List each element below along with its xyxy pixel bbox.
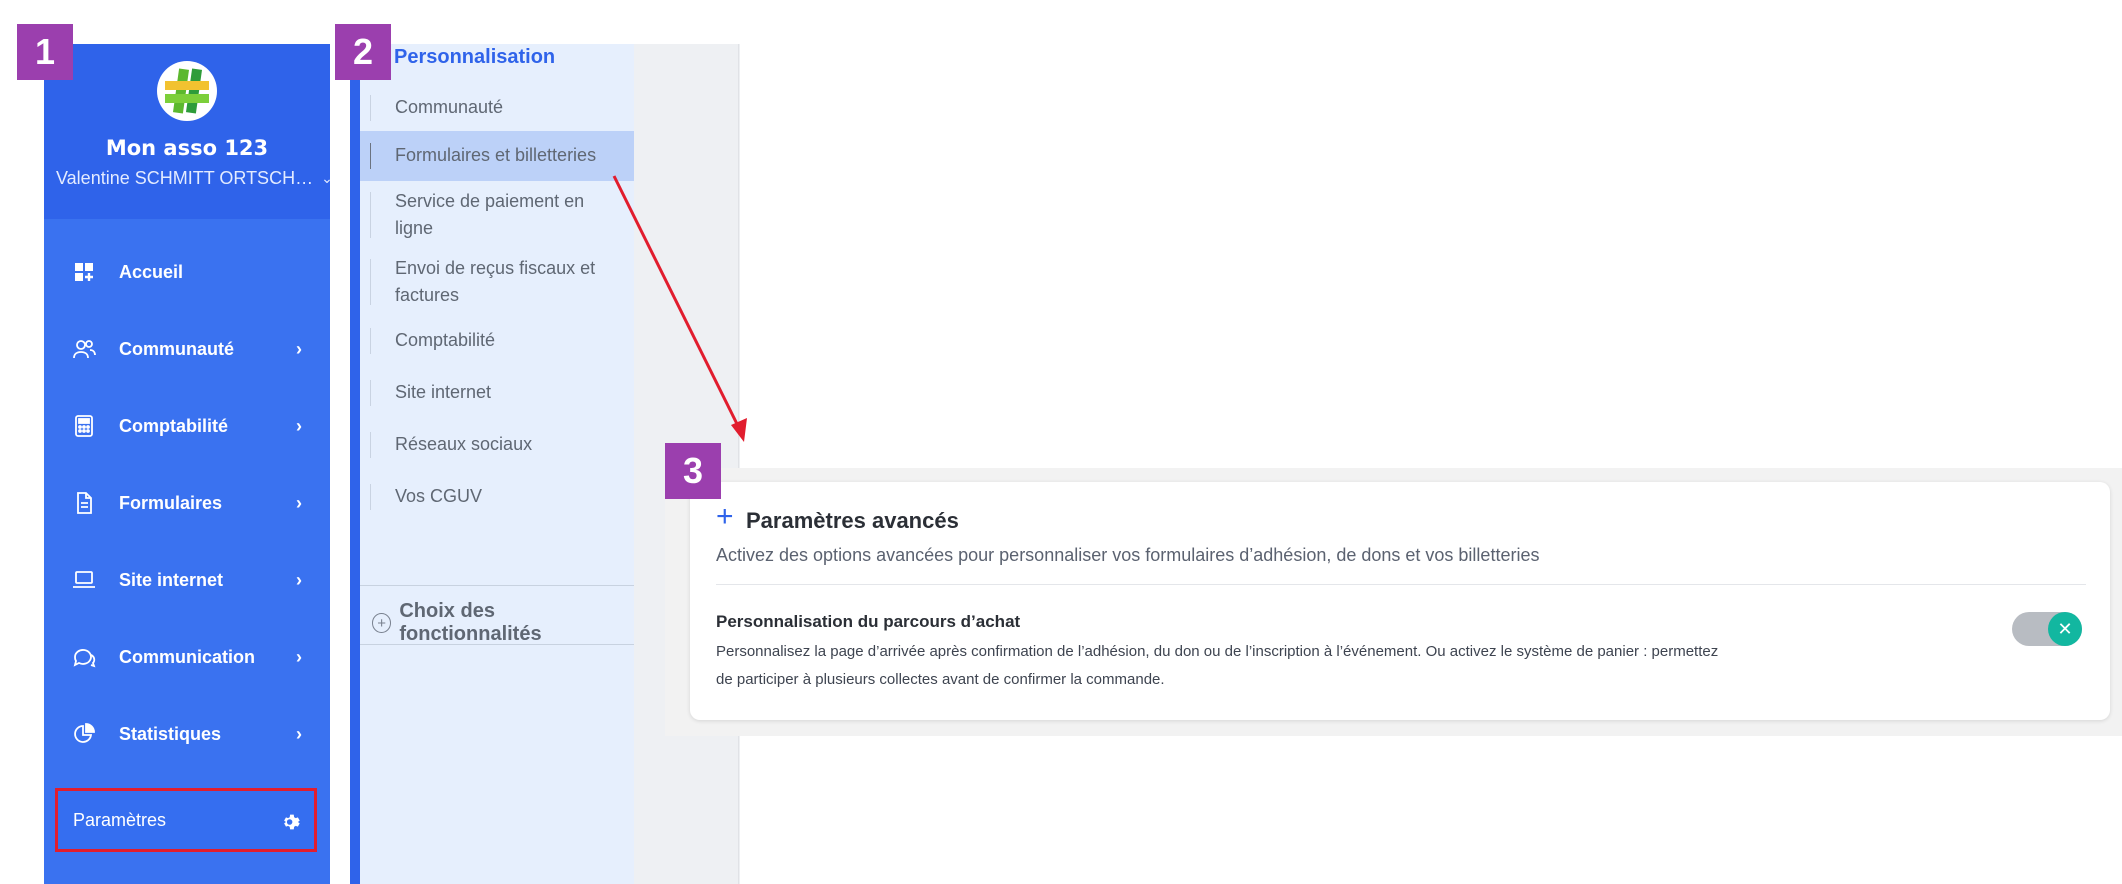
submenu-item-communaute[interactable]: Communauté bbox=[360, 88, 634, 128]
submenu-item-formulaires-et-billetteries[interactable]: Formulaires et billetteries bbox=[360, 131, 634, 181]
nav-item-parametres[interactable]: Paramètres bbox=[55, 788, 317, 852]
dashboard-icon bbox=[75, 263, 93, 281]
main-sidebar: Mon asso 123 Valentine SCHMITT ORTSCH… ⌄… bbox=[44, 44, 333, 884]
nav-item-label: Communauté bbox=[119, 338, 235, 359]
nav-item-label: Formulaires bbox=[119, 492, 223, 513]
chevron-down-icon: ⌄ bbox=[321, 170, 333, 186]
features-choice-label: Choix des fonctionnalités bbox=[399, 600, 542, 645]
advanced-settings-card: + Paramètres avancés Activez des options… bbox=[690, 482, 2110, 720]
option-description: Personnalisez la page d’arrivée après co… bbox=[716, 643, 1719, 688]
settings-submenu: Personnalisation Communauté Formulaires … bbox=[360, 44, 634, 884]
nav-item-comptabilite[interactable]: Comptabilité › bbox=[44, 398, 330, 454]
chevron-right-icon: › bbox=[296, 492, 302, 513]
nav-item-site-internet[interactable]: Site internet › bbox=[44, 552, 330, 608]
users-icon bbox=[73, 340, 96, 359]
chevron-right-icon: › bbox=[296, 415, 302, 436]
divider bbox=[360, 644, 634, 645]
chevron-right-icon: › bbox=[296, 723, 302, 744]
plus-circle-icon: + bbox=[372, 613, 392, 633]
chevron-right-icon: › bbox=[296, 338, 302, 359]
document-icon bbox=[77, 492, 92, 514]
option-title: Personnalisation du parcours d’achat bbox=[716, 612, 1021, 631]
card-title: Paramètres avancés bbox=[746, 508, 959, 533]
sidebar-header: Mon asso 123 Valentine SCHMITT ORTSCH… ⌄ bbox=[44, 44, 333, 219]
organization-name: Mon asso 123 bbox=[105, 136, 269, 160]
annotation-badge-1: 1 bbox=[17, 24, 73, 80]
submenu-item-recus-fiscaux[interactable]: Envoi de reçus fiscaux et factures bbox=[360, 251, 634, 313]
features-choice-button[interactable]: + Choix des fonctionnalités bbox=[372, 600, 634, 646]
annotation-badge-3: 3 bbox=[665, 443, 721, 499]
chevron-right-icon: › bbox=[296, 646, 302, 667]
divider bbox=[716, 584, 2086, 585]
nav-item-communication[interactable]: Communication › bbox=[44, 629, 330, 685]
divider bbox=[360, 585, 634, 586]
calculator-icon bbox=[75, 415, 93, 437]
plus-icon[interactable]: + bbox=[716, 502, 734, 532]
nav-item-label: Communication bbox=[119, 646, 256, 667]
pie-chart-icon bbox=[74, 723, 95, 743]
organization-logo[interactable] bbox=[157, 61, 217, 121]
chevron-right-icon: › bbox=[296, 569, 302, 590]
submenu-item-comptabilite[interactable]: Comptabilité bbox=[360, 319, 634, 363]
check-icon: ✕ bbox=[2048, 612, 2082, 646]
divider bbox=[738, 44, 739, 884]
submenu-item-reseaux-sociaux[interactable]: Réseaux sociaux bbox=[360, 423, 634, 467]
nav-item-label: Comptabilité bbox=[119, 415, 229, 436]
card-subtitle: Activez des options avancées pour person… bbox=[716, 545, 1540, 565]
nav-item-label: Site internet bbox=[119, 569, 224, 590]
user-menu[interactable]: Valentine SCHMITT ORTSCH… ⌄ bbox=[56, 168, 333, 189]
submenu-accent-strip bbox=[350, 44, 360, 884]
nav-item-label: Paramètres bbox=[73, 809, 167, 830]
annotation-badge-2: 2 bbox=[335, 24, 391, 80]
gear-icon bbox=[284, 814, 300, 830]
chat-icon bbox=[73, 649, 96, 668]
purchase-journey-toggle[interactable]: ✕ bbox=[2012, 612, 2082, 646]
laptop-icon bbox=[73, 571, 95, 588]
submenu-item-cguv[interactable]: Vos CGUV bbox=[360, 475, 634, 519]
nav-item-statistiques[interactable]: Statistiques › bbox=[44, 706, 330, 762]
nav-item-formulaires[interactable]: Formulaires › bbox=[44, 475, 330, 531]
submenu-item-service-de-paiement[interactable]: Service de paiement en ligne bbox=[360, 184, 634, 246]
nav-item-label: Accueil bbox=[119, 261, 184, 282]
nav-item-label: Statistiques bbox=[119, 723, 222, 744]
user-name: Valentine SCHMITT ORTSCH… bbox=[56, 168, 314, 188]
nav-item-accueil[interactable]: Accueil bbox=[44, 244, 330, 300]
submenu-item-site-internet[interactable]: Site internet bbox=[360, 371, 634, 415]
submenu-title[interactable]: Personnalisation bbox=[394, 46, 555, 69]
nav-item-communaute[interactable]: Communauté › bbox=[44, 321, 330, 377]
